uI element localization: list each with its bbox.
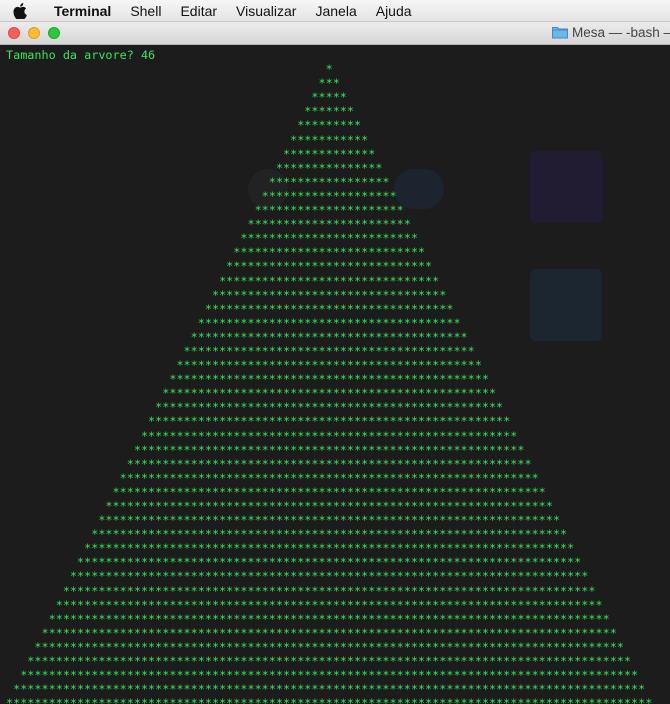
menu-ajuda[interactable]: Ajuda: [376, 3, 412, 19]
zoom-window-button[interactable]: [48, 27, 60, 39]
close-window-button[interactable]: [8, 27, 20, 39]
terminal-window: Mesa — -bash — Tamanho da arvore? 46 * *…: [0, 22, 670, 704]
menu-bar: Terminal Shell Editar Visualizar Janela …: [0, 0, 670, 22]
window-title-text: Mesa — -bash —: [572, 25, 670, 40]
terminal-content[interactable]: Tamanho da arvore? 46 * *** ***** ******…: [0, 45, 670, 704]
menu-editar[interactable]: Editar: [180, 3, 217, 19]
apple-menu-icon[interactable]: [0, 2, 40, 19]
menu-app-terminal[interactable]: Terminal: [54, 3, 111, 19]
menu-janela[interactable]: Janela: [315, 3, 356, 19]
minimize-window-button[interactable]: [28, 27, 40, 39]
folder-icon: [552, 27, 568, 39]
terminal-output: Tamanho da arvore? 46 * *** ***** ******…: [6, 48, 652, 704]
menu-visualizar[interactable]: Visualizar: [236, 3, 296, 19]
menu-shell[interactable]: Shell: [130, 3, 161, 19]
title-bar[interactable]: Mesa — -bash —: [0, 22, 670, 45]
window-title: Mesa — -bash —: [552, 25, 670, 40]
prompt-line: Tamanho da arvore? 46: [6, 48, 156, 62]
ascii-tree: * *** ***** ******* ********* **********…: [6, 62, 653, 704]
